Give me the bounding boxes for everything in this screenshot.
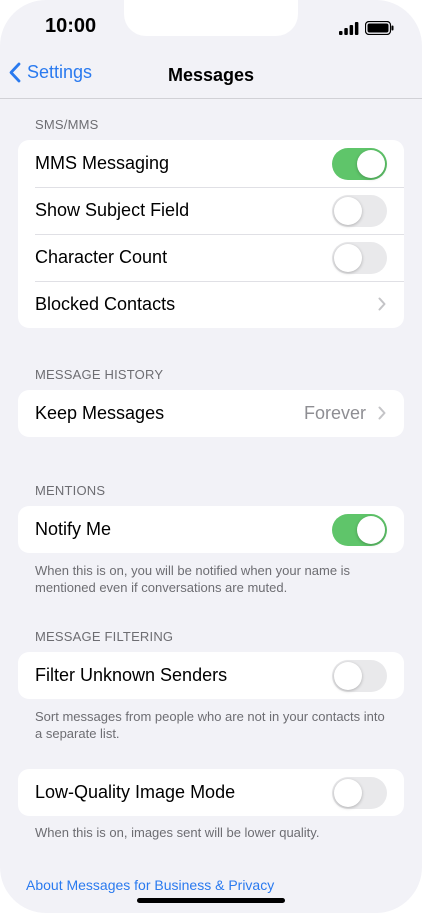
home-indicator[interactable] — [137, 898, 285, 903]
row-mms-messaging: MMS Messaging — [18, 140, 404, 187]
show-subject-field-toggle[interactable] — [332, 195, 387, 227]
notify-me-toggle[interactable] — [332, 514, 387, 546]
navigation-bar: Settings Messages — [0, 54, 422, 99]
status-bar: 10:00 — [0, 0, 422, 54]
mentions-footnote: When this is on, you will be notified wh… — [35, 563, 351, 595]
row-label: Keep Messages — [35, 403, 165, 423]
section-header-message-filtering: MESSAGE FILTERING — [35, 629, 174, 644]
chevron-right-icon — [378, 406, 386, 420]
row-label: Show Subject Field — [35, 200, 190, 220]
low-quality-image-mode-toggle[interactable] — [332, 777, 387, 809]
about-messages-business-privacy-link[interactable]: About Messages for Business & Privacy — [26, 877, 274, 893]
low-quality-footnote: When this is on, images sent will be low… — [35, 825, 320, 840]
character-count-toggle[interactable] — [332, 242, 387, 274]
status-icons — [339, 20, 394, 36]
row-label: Character Count — [35, 247, 168, 267]
row-filter-unknown-senders: Filter Unknown Senders — [18, 652, 404, 699]
toggle-knob — [334, 244, 362, 272]
message-filtering-footnote: Sort messages from people who are not in… — [35, 709, 385, 741]
row-show-subject-field: Show Subject Field — [18, 187, 404, 234]
row-label: MMS Messaging — [35, 153, 170, 173]
row-label: Low-Quality Image Mode — [35, 782, 236, 802]
keep-messages-value: Forever — [303, 403, 366, 423]
toggle-knob — [357, 516, 385, 544]
row-notify-me: Notify Me — [18, 506, 404, 553]
group-message-filtering: Filter Unknown Senders — [18, 652, 404, 699]
row-label: Blocked Contacts — [35, 294, 176, 314]
section-header-mentions: MENTIONS — [35, 483, 106, 498]
row-label: Filter Unknown Senders — [35, 665, 228, 685]
toggle-knob — [334, 662, 362, 690]
cellular-signal-icon — [339, 21, 359, 35]
toggle-knob — [334, 779, 362, 807]
notch — [124, 0, 298, 36]
page-title: Messages — [167, 65, 255, 85]
group-message-history: Keep Messages Forever — [18, 390, 404, 437]
group-sms-mms: MMS Messaging Show Subject Field Charact… — [18, 140, 404, 328]
mms-messaging-toggle[interactable] — [332, 148, 387, 180]
filter-unknown-senders-toggle[interactable] — [332, 660, 387, 692]
group-low-quality: Low-Quality Image Mode — [18, 769, 404, 816]
section-header-message-history: MESSAGE HISTORY — [35, 367, 164, 382]
toggle-knob — [357, 150, 385, 178]
row-low-quality-image-mode: Low-Quality Image Mode — [18, 769, 404, 816]
phone-screen: 10:00 Settings Messages SMS/MMS MMS Mess… — [0, 0, 422, 913]
group-mentions: Notify Me — [18, 506, 404, 553]
row-blocked-contacts[interactable]: Blocked Contacts — [18, 281, 404, 328]
toggle-knob — [334, 197, 362, 225]
section-header-sms-mms: SMS/MMS — [35, 117, 99, 132]
chevron-right-icon — [378, 297, 386, 311]
status-time: 10:00 — [45, 15, 97, 37]
row-keep-messages[interactable]: Keep Messages Forever — [18, 390, 404, 437]
battery-icon — [365, 21, 394, 35]
row-character-count: Character Count — [18, 234, 404, 281]
row-label: Notify Me — [35, 519, 112, 539]
